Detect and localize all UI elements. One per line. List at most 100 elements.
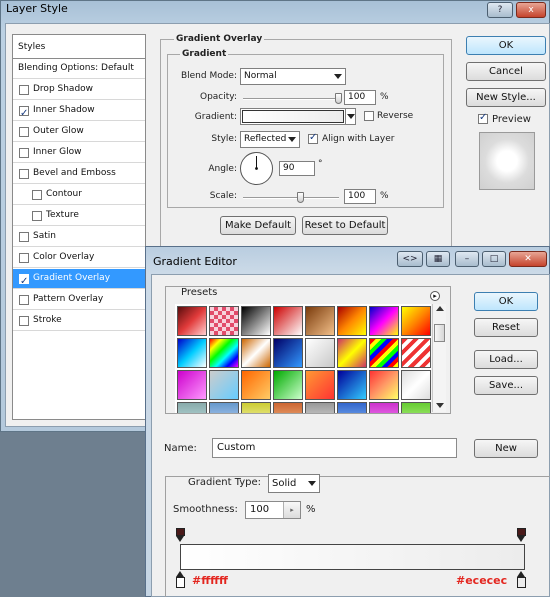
scroll-down-icon[interactable] [436,403,444,408]
style-item-satin[interactable]: Satin [13,227,145,247]
preset-swatch[interactable] [177,370,207,400]
preset-swatch[interactable] [241,402,271,413]
presets-scrollbar[interactable] [432,304,446,412]
new-gradient-button[interactable]: New [474,439,538,458]
preset-swatch[interactable] [273,370,303,400]
gradient-type-select[interactable]: Solid [268,474,320,493]
style-item-contour[interactable]: Contour [13,185,145,205]
style-checkbox[interactable] [19,85,29,95]
color-stop-right[interactable] [517,571,526,589]
blend-mode-select[interactable]: Normal [240,68,346,85]
help-button[interactable]: ? [487,2,513,18]
style-checkbox[interactable] [19,127,29,137]
angle-dial[interactable] [240,152,273,185]
load-button[interactable]: Load... [474,350,538,369]
preset-swatch[interactable] [305,306,335,336]
style-item-inner-shadow[interactable]: Inner Shadow [13,101,145,123]
ok-button[interactable]: OK [466,36,546,55]
style-checkbox[interactable] [19,316,29,326]
preset-swatch[interactable] [241,370,271,400]
preset-swatch[interactable] [241,306,271,336]
style-item-color-overlay[interactable]: Color Overlay [13,248,145,268]
scroll-up-icon[interactable] [436,306,444,311]
editor-reset-button[interactable]: Reset [474,318,538,337]
new-style-button[interactable]: New Style... [466,88,546,107]
preset-swatch[interactable] [369,306,399,336]
preset-swatch[interactable] [273,338,303,368]
preset-swatch[interactable] [241,338,271,368]
preset-swatch[interactable] [401,306,431,336]
style-checkbox[interactable] [19,253,29,263]
align-with-layer-checkbox[interactable] [308,132,318,144]
save-button[interactable]: Save... [474,376,538,395]
style-checkbox[interactable] [19,232,29,242]
styles-header[interactable]: Styles [13,35,145,59]
preset-swatch[interactable] [209,370,239,400]
preset-swatch[interactable] [369,402,399,413]
maximize-icon[interactable]: □ [482,251,506,267]
preset-swatch[interactable] [337,402,367,413]
preset-swatch[interactable] [209,402,239,413]
angle-input[interactable]: 90 [279,161,315,176]
cancel-button[interactable]: Cancel [466,62,546,81]
preset-swatch[interactable] [337,338,367,368]
style-checkbox[interactable] [32,211,42,221]
opacity-slider-thumb[interactable] [335,93,342,104]
editor-close-icon[interactable]: ✕ [509,251,547,267]
preset-swatch[interactable] [305,370,335,400]
name-input[interactable]: Custom [212,438,457,458]
preset-swatch[interactable] [209,306,239,336]
preset-swatch[interactable] [305,402,335,413]
scroll-thumb[interactable] [434,324,445,342]
make-default-button[interactable]: Make Default [220,216,296,235]
editor-ok-button[interactable]: OK [474,292,538,311]
preset-swatch[interactable] [337,370,367,400]
style-checkbox[interactable] [19,104,29,123]
preset-swatch[interactable] [273,402,303,413]
style-checkbox[interactable] [19,169,29,179]
preset-swatch[interactable] [369,338,399,368]
presets-menu-icon[interactable]: ▸ [430,291,440,301]
style-item-pattern-overlay[interactable]: Pattern Overlay [13,290,145,310]
dock-icon[interactable]: ▦ [426,251,450,267]
color-stop-left[interactable] [176,571,185,589]
style-checkbox[interactable] [19,272,29,291]
style-item-outer-glow[interactable]: Outer Glow [13,122,145,142]
preset-swatch[interactable] [209,338,239,368]
style-item-bevel-and-emboss[interactable]: Bevel and Emboss [13,164,145,184]
opacity-stop-left[interactable] [176,528,185,542]
preview-checkbox[interactable] [478,112,488,124]
style-checkbox[interactable] [19,295,29,305]
preset-swatch[interactable] [305,338,335,368]
gradient-dropdown[interactable] [345,109,355,124]
preset-swatch[interactable] [337,306,367,336]
opacity-slider[interactable] [243,98,339,100]
style-item-gradient-overlay[interactable]: Gradient Overlay [13,269,145,291]
smoothness-arrow-icon[interactable]: ▸ [283,502,300,518]
scale-input[interactable]: 100 [344,189,376,204]
arrows-icon[interactable]: <> [397,251,423,267]
style-item-drop-shadow[interactable]: Drop Shadow [13,80,145,100]
preset-swatch[interactable] [177,402,207,413]
smoothness-input[interactable]: 100 ▸ [245,501,301,519]
preset-swatch[interactable] [401,402,431,413]
opacity-input[interactable]: 100 [344,90,376,105]
preset-swatch[interactable] [401,338,431,368]
style-item-blending-options-default[interactable]: Blending Options: Default [13,59,145,79]
gradient-picker[interactable] [240,108,356,125]
gradient-bar[interactable] [180,544,525,570]
close-button[interactable]: x [516,2,546,18]
scale-slider-thumb[interactable] [296,192,304,203]
style-checkbox[interactable] [19,148,29,158]
preset-swatch[interactable] [401,370,431,400]
style-item-stroke[interactable]: Stroke [13,311,145,331]
preset-swatch[interactable] [177,306,207,336]
preset-swatch[interactable] [177,338,207,368]
style-item-texture[interactable]: Texture [13,206,145,226]
minimize-icon[interactable]: – [455,251,479,267]
reset-to-default-button[interactable]: Reset to Default [302,216,388,235]
reverse-checkbox[interactable] [364,111,374,121]
opacity-stop-right[interactable] [517,528,526,542]
preset-swatch[interactable] [273,306,303,336]
style-item-inner-glow[interactable]: Inner Glow [13,143,145,163]
